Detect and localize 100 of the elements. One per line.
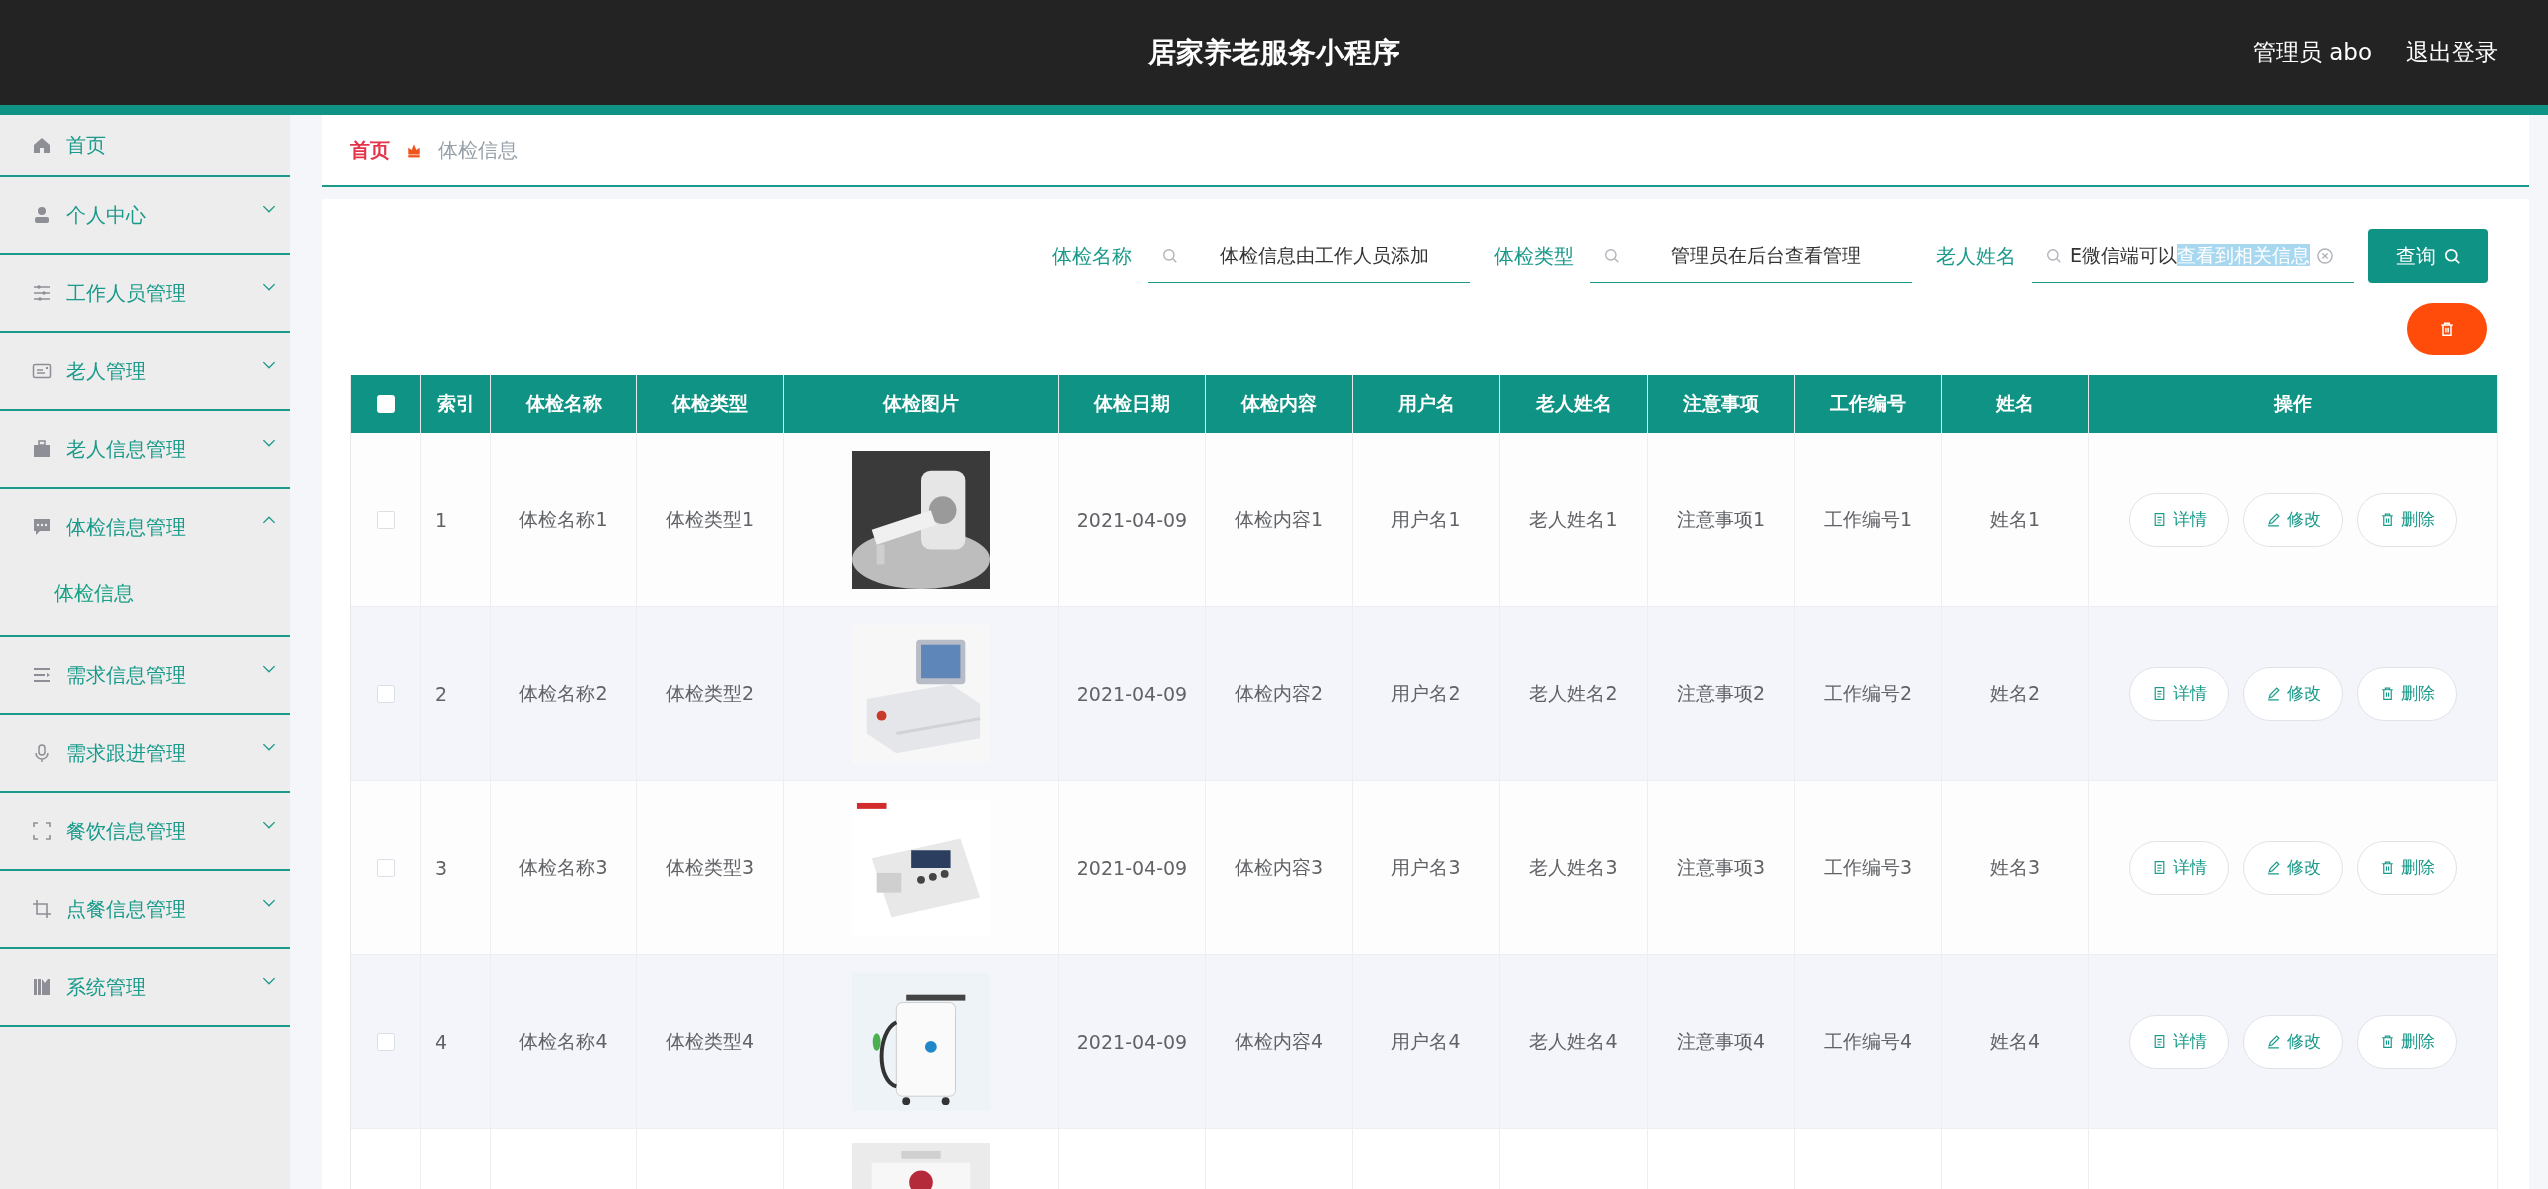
column-header: 姓名 [1996, 391, 2034, 416]
breadcrumb-link[interactable]: 体检信息 [438, 136, 518, 164]
table-cell-text: 注意事项2 [1676, 680, 1766, 706]
books-icon [32, 977, 52, 997]
search-field[interactable]: E微信端可以查看到相关信息 [2032, 229, 2354, 283]
table-cell: 4 [435, 1030, 448, 1053]
edit-button[interactable]: 修改 [2243, 666, 2343, 721]
table-cell-text: 体检内容1 [1234, 506, 1324, 532]
user-name: 管理员 abo [2252, 38, 2372, 67]
table-cell-text: 注意事项4 [1676, 1028, 1766, 1054]
sidebar-item[interactable]: 老人管理 [0, 333, 290, 409]
row-checkbox[interactable] [376, 858, 395, 877]
detail-button[interactable]: 详情 [2129, 492, 2229, 547]
table-cell-text: 体检类型1 [665, 506, 755, 532]
table-cell-text: 老人姓名2 [1529, 680, 1618, 706]
sidebar-item[interactable]: 餐饮信息管理 [0, 793, 290, 869]
table-cell: 3 [435, 856, 448, 879]
table-cell-text: 老人姓名1 [1529, 506, 1618, 532]
field-label: 老人姓名 [1936, 242, 2016, 270]
delete-button[interactable] [2407, 303, 2487, 355]
sliders-icon [32, 283, 52, 303]
edit-button[interactable]: 修改 [2243, 492, 2343, 547]
trash-icon [2439, 321, 2455, 337]
table-cell-text: 老人姓名4 [1529, 1028, 1618, 1054]
table-cell-text: 工作编号4 [1823, 1028, 1913, 1054]
logout-link[interactable]: 退出登录 [2406, 37, 2498, 68]
sidebar-item[interactable]: 老人信息管理 [0, 411, 290, 487]
sidebar-item[interactable]: 体检信息管理 [0, 489, 290, 565]
table-cell-text: 用户名4 [1391, 1028, 1461, 1054]
table-cell: 2021-04-09 [1076, 856, 1188, 879]
sidebar-item[interactable]: 需求跟进管理 [0, 715, 290, 791]
pencil-icon [2265, 1034, 2281, 1049]
table-cell: 2021-04-09 [1076, 1030, 1188, 1053]
search-icon [1162, 247, 1178, 264]
trash-icon [2379, 686, 2395, 701]
sidebar-item[interactable]: 首页 [0, 115, 290, 175]
sidebar-item[interactable]: 个人中心 [0, 177, 290, 253]
column-header: 工作编号 [1830, 391, 1906, 416]
table-cell: 2 [435, 682, 448, 705]
table-cell-text: 用户名1 [1391, 506, 1461, 532]
table-cell-text: 体检内容3 [1234, 854, 1324, 880]
briefcase-icon [32, 439, 52, 459]
table-cell-text: 体检类型3 [665, 854, 755, 880]
table-cell: 2021-04-09 [1076, 682, 1188, 705]
search-icon [2046, 247, 2062, 264]
edit-button[interactable]: 修改 [2243, 840, 2343, 895]
search-field[interactable]: 体检信息由工作人员添加 [1148, 229, 1470, 283]
person-icon [32, 205, 52, 225]
edit-button[interactable]: 修改 [2243, 1014, 2343, 1069]
clear-icon[interactable] [2316, 246, 2334, 265]
table-cell-text: 注意事项3 [1676, 854, 1766, 880]
trash-icon [2379, 1034, 2395, 1049]
select-all-checkbox[interactable] [376, 395, 395, 413]
search-icon [1604, 247, 1620, 264]
detail-button[interactable]: 详情 [2129, 840, 2229, 895]
table-cell-text: 体检类型2 [665, 680, 755, 706]
trash-icon [2379, 512, 2395, 527]
column-header: 体检名称 [525, 391, 602, 416]
delete-row-button[interactable]: 删除 [2357, 492, 2457, 547]
detail-button[interactable]: 详情 [2129, 1014, 2229, 1069]
table-cell-text: 工作编号1 [1823, 506, 1913, 532]
sidebar-item[interactable]: 点餐信息管理 [0, 871, 290, 947]
table-cell-text: 体检名称3 [519, 854, 608, 880]
delete-row-button[interactable]: 删除 [2357, 1014, 2457, 1069]
column-header: 体检图片 [883, 391, 959, 416]
table-cell-text: 体检名称2 [519, 680, 608, 706]
row-checkbox[interactable] [376, 684, 395, 703]
microphone-icon [32, 743, 52, 763]
column-header: 老人姓名 [1535, 391, 1612, 416]
row-checkbox[interactable] [376, 510, 395, 529]
table-cell-text: 工作编号2 [1823, 680, 1913, 706]
sidebar-item[interactable]: 工作人员管理 [0, 255, 290, 331]
table-cell-text: 体检内容2 [1234, 680, 1324, 706]
delete-row-button[interactable]: 删除 [2357, 666, 2457, 721]
table-cell-text: 姓名4 [1989, 1028, 2041, 1054]
sidebar-item[interactable]: 需求信息管理 [0, 637, 290, 713]
app-title: 居家养老服务小程序 [1148, 34, 1400, 71]
delete-row-button[interactable]: 删除 [2357, 840, 2457, 895]
column-header: 索引 [436, 391, 475, 416]
table-cell-text: 体检名称1 [519, 506, 608, 532]
sidebar-subitem[interactable]: 体检信息 [0, 565, 290, 635]
detail-button[interactable]: 详情 [2129, 666, 2229, 721]
chat-icon [32, 517, 52, 537]
pencil-icon [2265, 860, 2281, 875]
search-field[interactable]: 管理员在后台查看管理 [1590, 229, 1912, 283]
frame-icon [32, 821, 52, 841]
home-icon [32, 135, 52, 155]
table-cell-text: 姓名2 [1989, 680, 2041, 706]
table-cell: 1 [435, 508, 448, 531]
column-header: 操作 [2274, 391, 2312, 416]
list-icon [32, 665, 52, 685]
breadcrumb-link[interactable]: 首页 [350, 136, 390, 164]
search-button[interactable]: 查询 [2368, 229, 2488, 283]
row-checkbox[interactable] [376, 1032, 395, 1051]
table-cell-text: 体检名称4 [519, 1028, 608, 1054]
table-cell-text: 注意事项1 [1676, 506, 1766, 532]
sidebar-item[interactable]: 系统管理 [0, 949, 290, 1025]
table-cell-text: 姓名1 [1989, 506, 2041, 532]
column-header: 体检日期 [1094, 391, 1170, 416]
table-cell-text: 用户名3 [1391, 854, 1461, 880]
